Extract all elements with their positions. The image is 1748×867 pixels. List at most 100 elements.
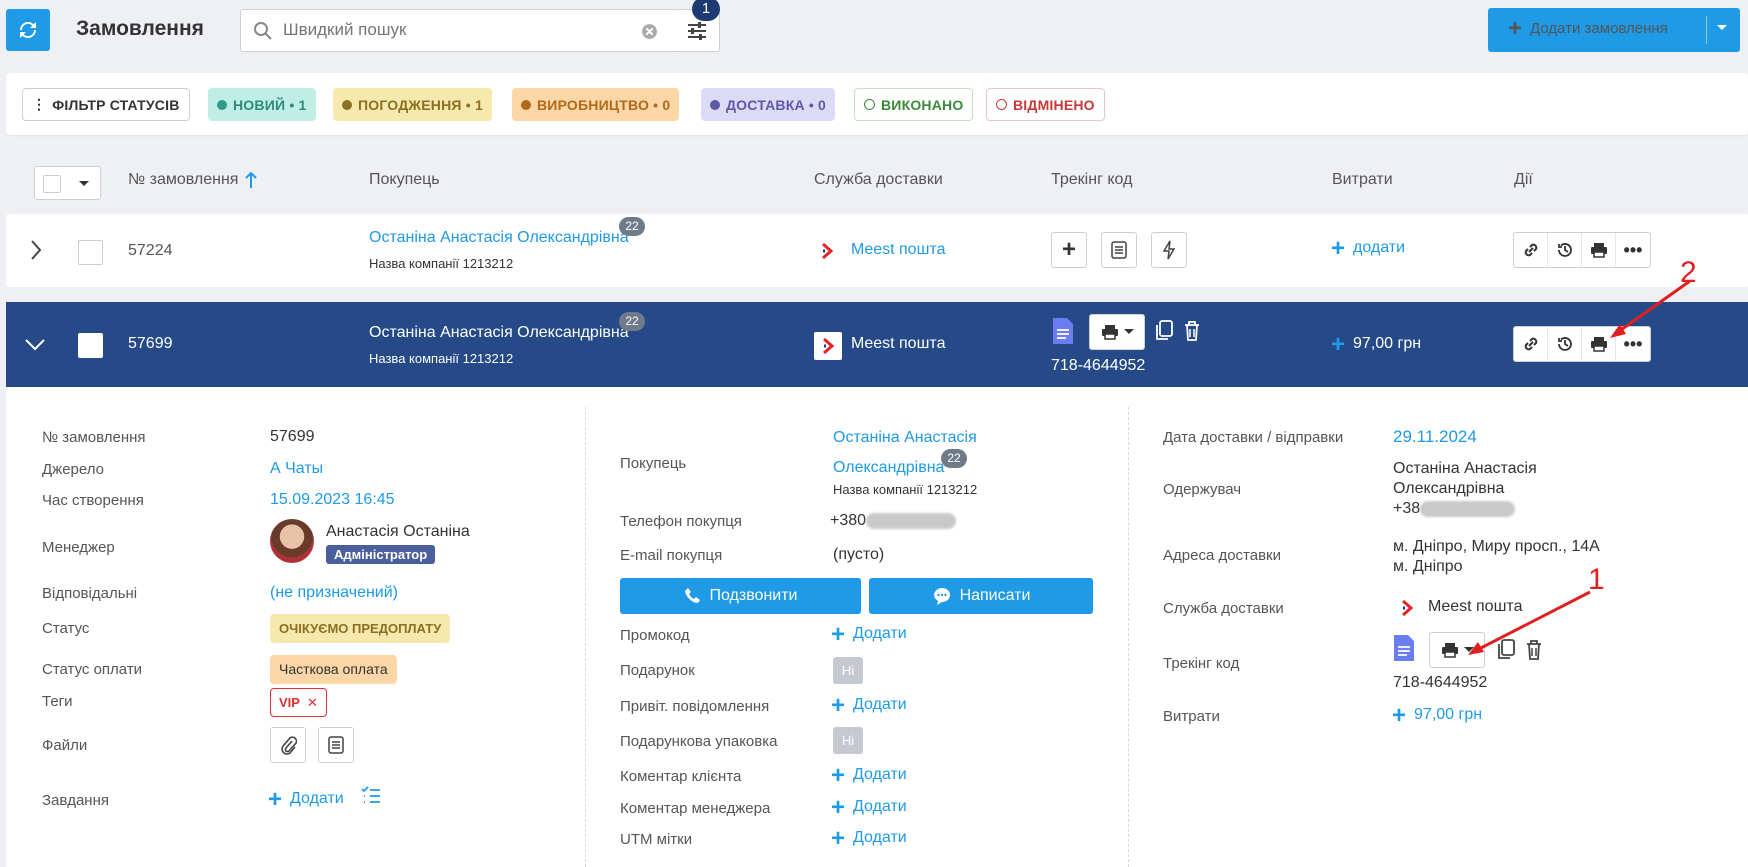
status-filter-button[interactable]: ⋮ ФІЛЬТР СТАТУСІВ bbox=[22, 88, 190, 121]
costs-label: Витрати bbox=[1163, 708, 1220, 725]
printer-icon bbox=[1590, 337, 1607, 352]
manager-label: Менеджер bbox=[42, 539, 115, 556]
recipient-name-line1: Останіна Анастасія bbox=[1393, 460, 1537, 477]
print-dropdown-button[interactable] bbox=[1429, 632, 1485, 668]
add-greeting-link[interactable]: + Додати bbox=[831, 693, 907, 717]
responsible-link[interactable]: (не призначений) bbox=[270, 584, 398, 602]
gift-wrap-toggle[interactable]: Ні bbox=[833, 727, 863, 754]
more-horiz-icon: ••• bbox=[1623, 240, 1643, 260]
created-value[interactable]: 15.09.2023 16:45 bbox=[270, 491, 395, 509]
avatar bbox=[270, 519, 314, 563]
col-header-order-no[interactable]: № замовлення bbox=[128, 171, 258, 189]
attach-file-button[interactable] bbox=[270, 727, 306, 763]
copy-icon[interactable] bbox=[1154, 320, 1174, 342]
print-dropdown-button[interactable] bbox=[1089, 314, 1145, 350]
clear-icon[interactable] bbox=[641, 23, 658, 40]
customer-link[interactable]: Останіна Анастасія Олександрівна bbox=[369, 229, 629, 247]
add-utm-link[interactable]: + Додати bbox=[831, 824, 907, 852]
gift-toggle[interactable]: Ні bbox=[833, 657, 863, 684]
chevron-down-icon[interactable] bbox=[1716, 24, 1728, 32]
costs-value[interactable]: +97,00 грн bbox=[1331, 332, 1421, 356]
customer-orders-badge: 22 bbox=[619, 217, 645, 236]
utm-label: UTM мітки bbox=[620, 831, 693, 848]
trash-icon[interactable] bbox=[1525, 639, 1543, 661]
document-button[interactable] bbox=[1101, 232, 1137, 268]
meest-logo-icon bbox=[822, 242, 834, 260]
copy-icon[interactable] bbox=[1496, 639, 1516, 661]
source-link[interactable]: А Чаты bbox=[270, 460, 323, 478]
status-chip-new[interactable]: НОВИЙ • 1 bbox=[208, 88, 316, 121]
add-manager-comment-link[interactable]: + Додати bbox=[831, 795, 907, 819]
manager-comment-label: Коментар менеджера bbox=[620, 800, 771, 817]
add-task-link[interactable]: + Додати bbox=[268, 787, 344, 811]
add-costs-link[interactable]: + додати bbox=[1331, 236, 1405, 260]
annotation-label-1: 1 bbox=[1588, 563, 1605, 596]
add-tracking-button[interactable]: + bbox=[1051, 232, 1087, 268]
call-button[interactable]: Подзвонити bbox=[620, 578, 861, 614]
more-button[interactable]: ••• bbox=[1616, 233, 1650, 267]
table-row[interactable]: 57224 Останіна Анастасія Олександрівна 2… bbox=[6, 214, 1748, 287]
print-button[interactable] bbox=[1582, 327, 1616, 361]
tasks-label: Завдання bbox=[42, 792, 109, 809]
company-name: Назва компанії 1213212 bbox=[369, 256, 514, 271]
costs-link[interactable]: +97,00 грн bbox=[1392, 701, 1482, 729]
table-row-expanded[interactable]: 57699 Останіна Анастасія Олександрівна 2… bbox=[6, 302, 1748, 387]
history-button[interactable] bbox=[1548, 233, 1582, 267]
row-checkbox[interactable] bbox=[78, 240, 103, 265]
row-actions: ••• bbox=[1513, 232, 1651, 268]
delivery-service-name: Meest пошта bbox=[851, 335, 946, 352]
document-file-icon[interactable] bbox=[1051, 316, 1075, 346]
delivery-date-value[interactable]: 29.11.2024 bbox=[1393, 427, 1477, 447]
close-icon[interactable]: ✕ bbox=[307, 695, 318, 711]
chevron-right-icon[interactable] bbox=[30, 239, 42, 261]
email-value: (пусто) bbox=[833, 546, 885, 563]
checklist-icon[interactable] bbox=[360, 785, 382, 807]
trash-icon[interactable] bbox=[1183, 320, 1201, 342]
delivery-service-link[interactable]: Meest пошта bbox=[851, 241, 945, 259]
status-badge[interactable]: ОЧІКУЄМО ПРЕДОПЛАТУ bbox=[270, 614, 451, 643]
more-button[interactable]: ••• bbox=[1616, 327, 1650, 361]
write-button[interactable]: Написати bbox=[869, 578, 1093, 614]
more-vert-icon: ⋮ bbox=[32, 96, 47, 112]
address-label: Адреса доставки bbox=[1163, 547, 1282, 564]
history-button[interactable] bbox=[1548, 327, 1582, 361]
print-button[interactable] bbox=[1582, 233, 1616, 267]
link-icon bbox=[1524, 243, 1537, 257]
document-file-icon[interactable] bbox=[1392, 633, 1416, 663]
search-icon bbox=[254, 22, 272, 40]
document-button[interactable] bbox=[318, 727, 354, 763]
phone-value[interactable]: +380 bbox=[830, 512, 957, 530]
status-chip-production[interactable]: ВИРОБНИЦТВО • 0 bbox=[512, 88, 680, 121]
printer-icon bbox=[1441, 643, 1458, 658]
manager-name[interactable]: Анастасія Останіна bbox=[326, 523, 470, 541]
tracking-code: 718-4644952 bbox=[1051, 357, 1146, 374]
status-chip-delivery[interactable]: ДОСТАВКА • 0 bbox=[701, 88, 836, 121]
add-promo-link[interactable]: + Додати bbox=[831, 622, 907, 646]
payment-status-badge[interactable]: Часткова оплата bbox=[270, 655, 397, 684]
quick-action-button[interactable] bbox=[1151, 232, 1187, 268]
status-chip-cancelled[interactable]: ВІДМІНЕНО bbox=[986, 88, 1105, 121]
row-checkbox[interactable] bbox=[78, 333, 103, 358]
status-chip-agreement[interactable]: ПОГОДЖЕННЯ • 1 bbox=[333, 88, 492, 121]
responsible-label: Відповідальні bbox=[42, 585, 138, 602]
search-input[interactable] bbox=[283, 20, 623, 40]
company-name: Назва компанії 1213212 bbox=[369, 351, 514, 366]
tag-vip[interactable]: VIP ✕ bbox=[270, 688, 327, 717]
refresh-button[interactable] bbox=[6, 9, 50, 51]
email-label: E-mail покупця bbox=[620, 547, 723, 564]
link-button[interactable] bbox=[1514, 233, 1548, 267]
plus-icon: + bbox=[831, 824, 846, 852]
chevron-down-icon[interactable] bbox=[24, 338, 46, 352]
customer-link[interactable]: Останіна Анастасія Олександрівна bbox=[369, 324, 629, 342]
more-horiz-icon: ••• bbox=[1623, 334, 1643, 354]
plus-icon: + bbox=[1392, 701, 1407, 729]
customer-link-line1[interactable]: Останіна Анастасія bbox=[833, 429, 977, 447]
status-chip-done[interactable]: ВИКОНАНО bbox=[854, 88, 974, 121]
add-order-button[interactable]: + Додати замовлення bbox=[1488, 8, 1740, 52]
source-label: Джерело bbox=[42, 461, 104, 478]
customer-link-line2[interactable]: Олександрівна bbox=[833, 459, 944, 477]
link-button[interactable] bbox=[1514, 327, 1548, 361]
add-client-comment-link[interactable]: + Додати bbox=[831, 763, 907, 787]
printer-icon bbox=[1590, 243, 1607, 258]
search-box[interactable] bbox=[240, 9, 675, 52]
